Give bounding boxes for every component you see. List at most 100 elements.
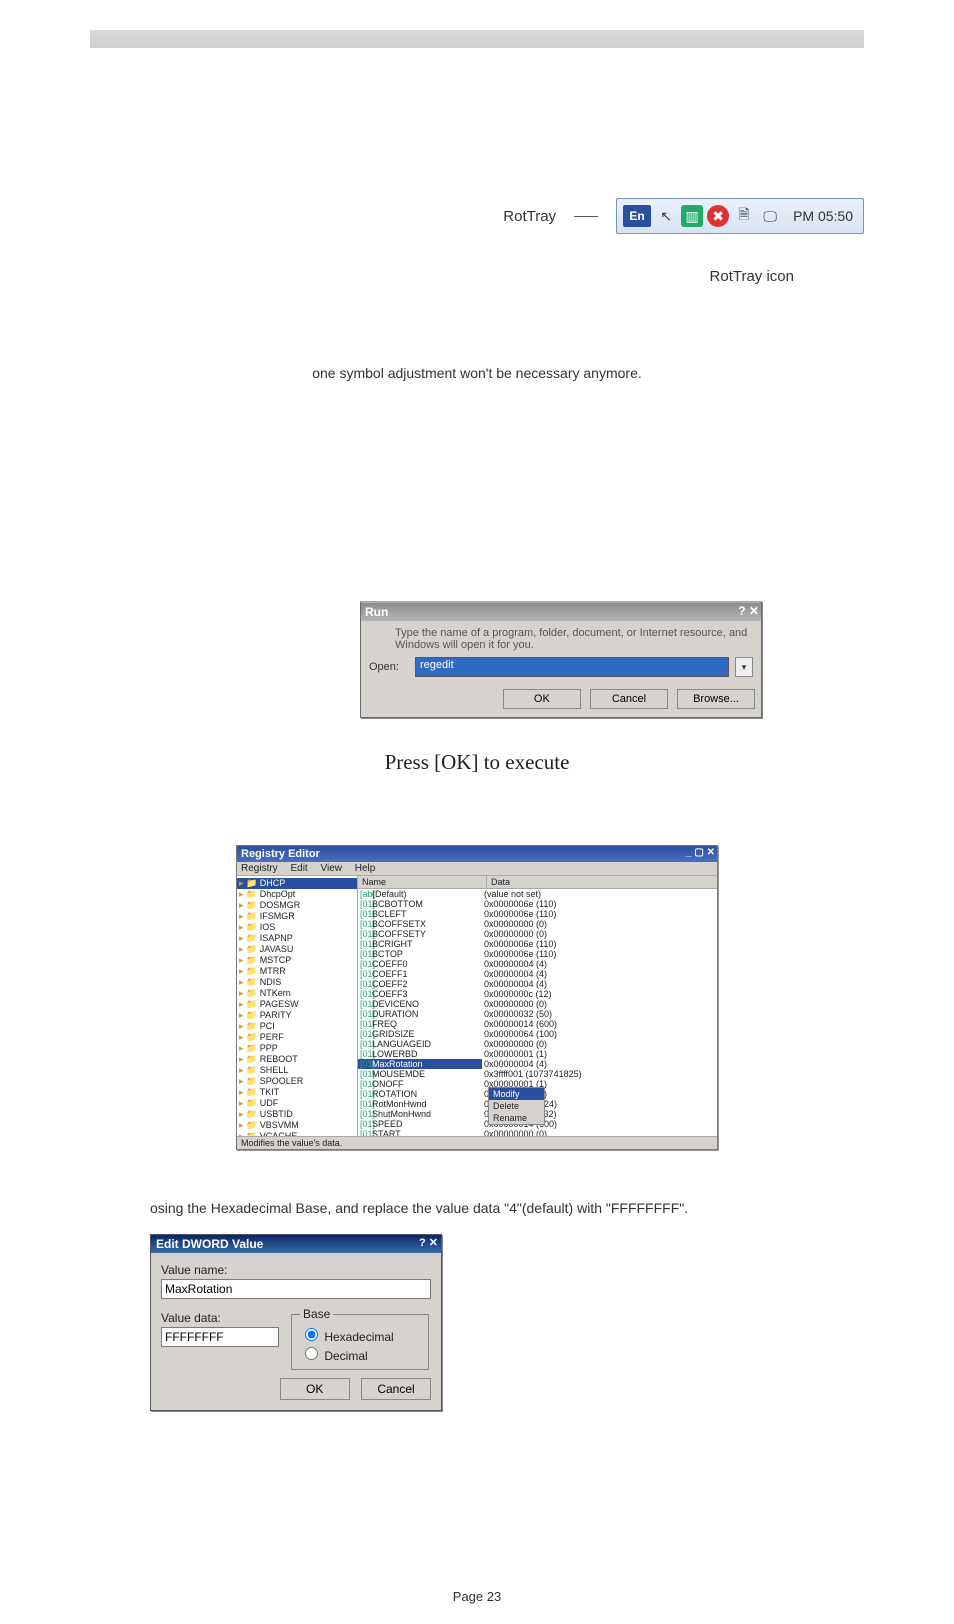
- tree-node[interactable]: ▸ 📁 IOS: [237, 922, 357, 933]
- registry-editor-window: Registry Editor _ ▢ ✕ Registry Edit View…: [236, 845, 718, 1150]
- run-cancel-button[interactable]: Cancel: [590, 689, 668, 709]
- registry-row[interactable]: [01]BCBOTTOM0x0000006e (110): [358, 899, 717, 909]
- tree-node[interactable]: ▸ 📁 ISAPNP: [237, 933, 357, 944]
- run-browse-button[interactable]: Browse...: [677, 689, 755, 709]
- system-tray: En ↖ ▥ ✖ 🗎 🖵 PM 05:50: [616, 198, 864, 234]
- tree-node[interactable]: ▸ 📁 TKIT: [237, 1087, 357, 1098]
- tree-node[interactable]: ▸ 📁 PERF: [237, 1032, 357, 1043]
- tree-node[interactable]: ▸ 📁 PAGESW: [237, 999, 357, 1010]
- tree-node[interactable]: ▸ 📁 PCI: [237, 1021, 357, 1032]
- run-dialog: Run ? ✕ Type the name of a program, fold…: [360, 601, 762, 718]
- dword-data-label: Value data:: [161, 1311, 279, 1325]
- registry-title-text: Registry Editor: [241, 848, 320, 860]
- menu-view[interactable]: View: [320, 863, 342, 874]
- tree-node[interactable]: ▸ 📁 VCACHE: [237, 1131, 357, 1136]
- tree-node[interactable]: ▸ 📁 MTRR: [237, 966, 357, 977]
- run-open-dropdown[interactable]: ▾: [735, 657, 753, 677]
- rottray-caption: RotTray icon: [90, 268, 864, 285]
- ctx-rename[interactable]: Rename: [489, 1112, 544, 1124]
- registry-row[interactable]: [01]LANGUAGEID0x00000000 (0): [358, 1039, 717, 1049]
- tree-node[interactable]: ▸ 📁 PARITY: [237, 1010, 357, 1021]
- doc-icon[interactable]: 🗎: [733, 205, 755, 227]
- run-open-input[interactable]: regedit: [415, 657, 729, 677]
- cursor-icon[interactable]: ↖: [655, 205, 677, 227]
- menu-registry[interactable]: Registry: [241, 863, 278, 874]
- press-ok-caption: Press [OK] to execute: [90, 750, 864, 775]
- col-name[interactable]: Name: [358, 876, 487, 888]
- display-icon[interactable]: ▥: [681, 205, 703, 227]
- rottray-figure: RotTray En ↖ ▥ ✖ 🗎 🖵 PM 05:50: [90, 198, 864, 234]
- dword-name-label: Value name:: [161, 1263, 431, 1277]
- registry-row[interactable]: [01]BCOFFSETX0x00000000 (0): [358, 919, 717, 929]
- registry-row[interactable]: [01]BCLEFT0x0000006e (110): [358, 909, 717, 919]
- registry-window-buttons[interactable]: _ ▢ ✕: [686, 847, 715, 858]
- registry-row[interactable]: [01]COEFF20x00000004 (4): [358, 979, 717, 989]
- registry-row[interactable]: [01]BCRIGHT0x0000006e (110): [358, 939, 717, 949]
- ime-icon[interactable]: En: [623, 205, 651, 227]
- tree-node[interactable]: ▸ 📁 MSTCP: [237, 955, 357, 966]
- dword-base-group: Base Hexadecimal Decimal: [291, 1307, 429, 1370]
- ctx-modify[interactable]: Modify: [489, 1088, 544, 1100]
- tree-node[interactable]: ▸ 📁 DOSMGR: [237, 900, 357, 911]
- registry-statusbar: Modifies the value's data.: [237, 1136, 717, 1149]
- dword-data-input[interactable]: [161, 1327, 279, 1347]
- tree-node[interactable]: ▸ 📁 UDF: [237, 1098, 357, 1109]
- edit-dword-dialog: Edit DWORD Value ? ✕ Value name: Value d…: [150, 1234, 442, 1411]
- run-titlebar: Run ? ✕: [361, 603, 761, 621]
- registry-row[interactable]: [01]LOWERBD0x00000001 (1): [358, 1049, 717, 1059]
- dword-cancel-button[interactable]: Cancel: [361, 1378, 431, 1400]
- registry-titlebar: Registry Editor _ ▢ ✕: [237, 846, 717, 862]
- menu-help[interactable]: Help: [355, 863, 376, 874]
- registry-row[interactable]: [ab](Default)(value not set): [358, 889, 717, 899]
- dword-base-hex[interactable]: Hexadecimal: [300, 1325, 420, 1344]
- registry-row[interactable]: [01]GRIDSIZE0x00000064 (100): [358, 1029, 717, 1039]
- dword-ok-button[interactable]: OK: [280, 1378, 350, 1400]
- registry-value-list[interactable]: Name Data [ab](Default)(value not set)[0…: [358, 876, 717, 1136]
- tree-node[interactable]: ▸ 📁 JAVASU: [237, 944, 357, 955]
- body-text-1: one symbol adjustment won't be necessary…: [90, 365, 864, 381]
- tree-node[interactable]: ▸ 📁 SPOOLER: [237, 1076, 357, 1087]
- tree-node[interactable]: ▸ 📁 DhcpOpt: [237, 889, 357, 900]
- dword-base-dec[interactable]: Decimal: [300, 1344, 420, 1363]
- registry-row[interactable]: [01]DURATION0x00000032 (50): [358, 1009, 717, 1019]
- registry-row[interactable]: [01]MaxRotation0x00000004 (4): [358, 1059, 717, 1069]
- arrow-line: [574, 216, 598, 217]
- registry-row[interactable]: [01]MOUSEMDE0x3ffff001 (1073741825): [358, 1069, 717, 1079]
- dword-title-text: Edit DWORD Value: [156, 1237, 263, 1251]
- registry-row[interactable]: [01]DEVICENO0x00000000 (0): [358, 999, 717, 1009]
- page-top-bar: [90, 30, 864, 48]
- tree-node[interactable]: ▸ 📁 SHELL: [237, 1065, 357, 1076]
- dword-titlebar: Edit DWORD Value ? ✕: [151, 1235, 441, 1253]
- tree-node[interactable]: ▸ 📁 IFSMGR: [237, 911, 357, 922]
- registry-row[interactable]: [01]BCOFFSETY0x00000000 (0): [358, 929, 717, 939]
- tray-clock: PM 05:50: [785, 208, 853, 224]
- registry-context-menu[interactable]: Modify Delete Rename: [488, 1087, 545, 1125]
- run-titlebar-buttons[interactable]: ? ✕: [729, 604, 759, 618]
- tree-node[interactable]: ▸ 📁 VBSVMM: [237, 1120, 357, 1131]
- dword-base-label: Base: [300, 1307, 333, 1321]
- tree-node[interactable]: ▸ 📁 PPP: [237, 1043, 357, 1054]
- run-title-text: Run: [365, 605, 388, 619]
- registry-row[interactable]: [01]BCTOP0x0000006e (110): [358, 949, 717, 959]
- tree-node[interactable]: ▸ 📁 NTKern: [237, 988, 357, 999]
- menu-edit[interactable]: Edit: [290, 863, 307, 874]
- tree-node[interactable]: ▸ 📁 NDIS: [237, 977, 357, 988]
- registry-tree[interactable]: ▸ 📁 DHCP▸ 📁 DhcpOpt▸ 📁 DOSMGR▸ 📁 IFSMGR▸…: [237, 876, 358, 1136]
- monitor-icon[interactable]: 🖵: [759, 205, 781, 227]
- registry-row[interactable]: [01]START0x00000000 (0): [358, 1129, 717, 1136]
- registry-row[interactable]: [01]COEFF30x0000000c (12): [358, 989, 717, 999]
- registry-row[interactable]: [01]FREQ0x00000014 (600): [358, 1019, 717, 1029]
- page-footer: Page 23: [0, 1589, 954, 1604]
- tree-node[interactable]: ▸ 📁 DHCP: [237, 878, 357, 889]
- dword-titlebar-buttons[interactable]: ? ✕: [419, 1236, 438, 1249]
- ctx-delete[interactable]: Delete: [489, 1100, 544, 1112]
- run-ok-button[interactable]: OK: [503, 689, 581, 709]
- close-round-icon[interactable]: ✖: [707, 205, 729, 227]
- registry-row[interactable]: [01]COEFF00x00000004 (4): [358, 959, 717, 969]
- registry-row[interactable]: [01]COEFF10x00000004 (4): [358, 969, 717, 979]
- dword-name-input[interactable]: [161, 1279, 431, 1299]
- tree-node[interactable]: ▸ 📁 REBOOT: [237, 1054, 357, 1065]
- registry-menubar[interactable]: Registry Edit View Help: [237, 862, 717, 876]
- col-data[interactable]: Data: [487, 876, 717, 888]
- tree-node[interactable]: ▸ 📁 USBTID: [237, 1109, 357, 1120]
